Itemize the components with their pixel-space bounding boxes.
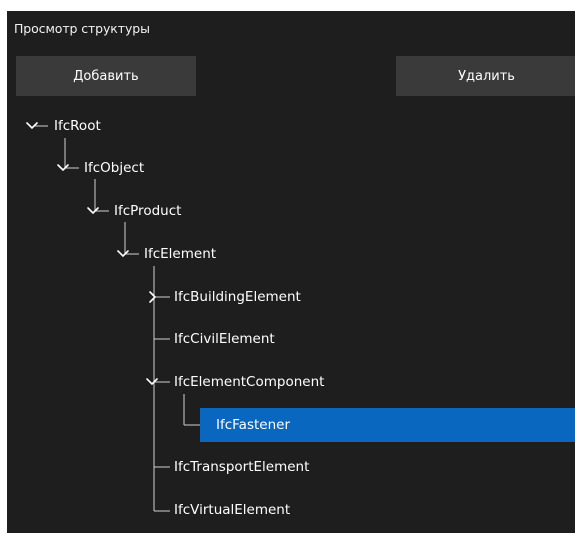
- tree-node-ifcelement[interactable]: IfcElement: [144, 237, 216, 271]
- tree-node-ifcelementcomponent[interactable]: IfcElementComponent: [174, 365, 324, 399]
- tree-node-ifccivilelement[interactable]: IfcCivilElement: [174, 322, 275, 356]
- chevron-down-icon: [117, 250, 129, 257]
- tree-node-label: IfcTransportElement: [174, 459, 310, 475]
- chevron-down-icon: [26, 122, 38, 129]
- tree-node-label: IfcCivilElement: [174, 331, 275, 347]
- tree-node-label: IfcObject: [84, 160, 145, 176]
- structure-view-panel: Просмотр структуры Добавить Удалить IfcR…: [7, 11, 575, 533]
- tree-node-label: IfcVirtualElement: [174, 502, 291, 518]
- tree-node-label: IfcProduct: [114, 203, 182, 219]
- chevron-down-icon: [146, 378, 158, 385]
- tree-node-ifcobject[interactable]: IfcObject: [84, 151, 144, 185]
- tree-node-label: IfcElementComponent: [174, 374, 325, 390]
- tree-node-ifcvirtualelement[interactable]: IfcVirtualElement: [174, 493, 290, 527]
- tree-node-ifcbuildingelement[interactable]: IfcBuildingElement: [174, 280, 301, 314]
- tree-node-label: IfcRoot: [54, 118, 101, 134]
- tree-node-ifcfastener[interactable]: IfcFastener: [200, 408, 575, 442]
- tree-node-label: IfcFastener: [216, 417, 290, 433]
- tree-node-ifctransportelement[interactable]: IfcTransportElement: [174, 450, 309, 484]
- tree-node-label: IfcBuildingElement: [174, 289, 301, 305]
- chevron-down-icon: [57, 164, 69, 171]
- tree-node-label: IfcElement: [144, 246, 217, 262]
- structure-tree[interactable]: IfcRoot IfcObject IfcProduct IfcElement …: [7, 11, 575, 533]
- chevron-down-icon: [87, 207, 99, 214]
- tree-node-ifcproduct[interactable]: IfcProduct: [114, 194, 181, 228]
- tree-node-ifcroot[interactable]: IfcRoot: [54, 109, 101, 143]
